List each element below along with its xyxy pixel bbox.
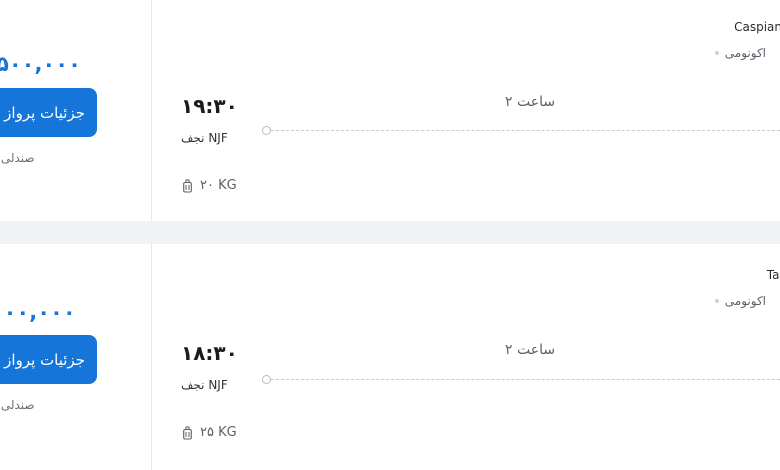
separator-dot: [714, 299, 719, 303]
seats-left: ۵ صندلی باقی‌مانده: [0, 151, 35, 165]
cabin-class-row: اکونومی: [714, 294, 766, 308]
airline-name: Taban: [766, 268, 780, 282]
route-origin-dot: [262, 375, 271, 384]
flight-details-button[interactable]: جزئیات پرواز: [0, 88, 97, 137]
departure-city: نجف NJF: [181, 378, 228, 392]
luggage-icon: [183, 425, 192, 440]
luggage-icon: [183, 178, 192, 193]
departure-time: ۱۸:۳۰: [181, 341, 238, 365]
baggage-weight: ۲۰ KG: [200, 178, 237, 193]
card-divider: [151, 244, 152, 470]
flight-card: ۲,۰۰۰,۰۰۰ جزئیات پرواز ۳ صندلی باقی‌ماند…: [0, 244, 780, 470]
baggage-weight: ۲۵ KG: [200, 425, 237, 440]
flight-details-button[interactable]: جزئیات پرواز: [0, 335, 97, 384]
cabin-class: اکونومی: [724, 294, 766, 308]
card-divider: [151, 0, 152, 221]
separator-dot: [714, 51, 719, 55]
departure-time: ۱۹:۳۰: [181, 94, 238, 118]
cabin-class-row: اکونومی: [714, 46, 766, 60]
seats-left: ۳ صندلی باقی‌مانده: [0, 398, 35, 412]
flight-card: ۵۰۰,۰۰۰ جزئیات پرواز ۵ صندلی باقی‌مانده …: [0, 0, 780, 221]
route-line: [271, 130, 780, 131]
departure-city: نجف NJF: [181, 131, 228, 145]
flight-price: ۲,۰۰۰,۰۰۰: [0, 300, 76, 324]
route-origin-dot: [262, 126, 271, 135]
airline-name: Caspian: [734, 20, 780, 34]
baggage-allowance: ۲۰ KG: [183, 178, 237, 193]
flight-duration: ۲ ساعت: [505, 94, 556, 110]
cabin-class: اکونومی: [724, 46, 766, 60]
baggage-allowance: ۲۵ KG: [183, 425, 237, 440]
flight-price: ۵۰۰,۰۰۰: [0, 52, 81, 76]
route-line: [271, 379, 780, 380]
flight-duration: ۲ ساعت: [505, 342, 556, 358]
